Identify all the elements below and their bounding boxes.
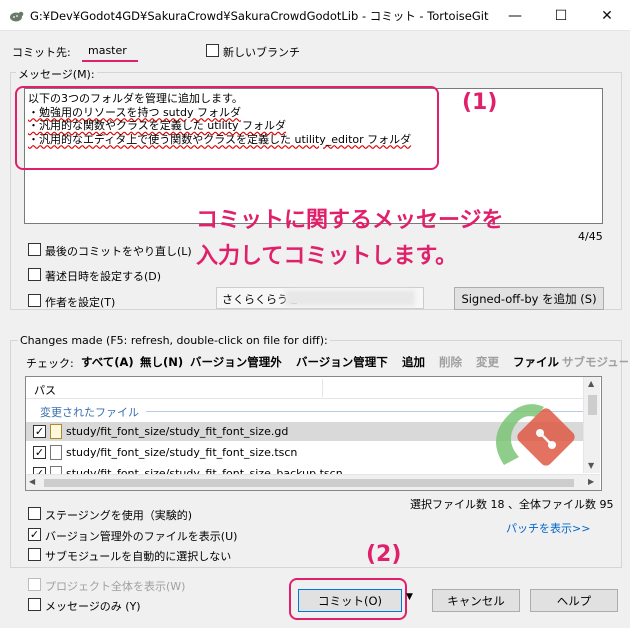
commit-to-label: コミット先: [12, 46, 71, 59]
column-path-label: パス [34, 384, 56, 397]
file-icon [50, 445, 62, 460]
check-files[interactable]: ファイル [513, 354, 559, 370]
auto-submodule-label: サブモジュールを自動的に選択しない [45, 550, 232, 563]
check-none[interactable]: 無し(N) [140, 354, 183, 370]
file-count-summary: 選択ファイル数 18 、全体ファイル数 95 [410, 498, 614, 511]
filelist-horizontal-scrollbar[interactable]: ◀ ▶ [26, 474, 600, 490]
scroll-left-icon[interactable]: ◀ [29, 477, 35, 486]
whole-project-label: プロジェクト全体を表示(W) [45, 580, 186, 593]
annotation-number-2: (2) [366, 542, 402, 567]
set-date-checkbox[interactable] [28, 268, 41, 281]
file-checkbox[interactable]: ✓ [33, 425, 46, 438]
close-button[interactable]: ✕ [584, 0, 630, 31]
message-only-checkbox[interactable] [28, 598, 41, 611]
maximize-button[interactable]: ☐ [538, 0, 584, 31]
annotation-text-line1: コミットに関するメッセージを [196, 208, 504, 233]
commit-dropdown-icon[interactable]: ▼ [406, 592, 413, 602]
check-deleted[interactable]: 削除 [439, 354, 462, 370]
window-title: G:¥Dev¥Godot4GD¥SakuraCrowd¥SakuraCrowdG… [30, 9, 489, 23]
new-branch-checkbox[interactable] [206, 44, 219, 57]
file-checkbox[interactable]: ✓ [33, 446, 46, 459]
cancel-button[interactable]: キャンセル [432, 589, 520, 612]
check-all[interactable]: すべて(A) [81, 354, 134, 370]
scroll-down-icon[interactable]: ▼ [588, 461, 594, 470]
new-branch-label: 新しいブランチ [223, 46, 300, 59]
check-submodules[interactable]: サブモジュー [562, 354, 628, 370]
auto-submodule-checkbox[interactable] [28, 548, 41, 561]
changes-header: Changes made (F5: refresh, double-click … [18, 334, 330, 347]
check-modified[interactable]: 変更 [476, 354, 499, 370]
annotation-text-line2: 入力してコミットします。 [196, 244, 458, 269]
tortoisegit-watermark-icon [474, 395, 584, 475]
author-email-blurred [285, 290, 415, 306]
message-label: メッセージ(M): [16, 66, 97, 82]
check-versioned[interactable]: バージョン管理下 [296, 354, 388, 370]
annotation-number-1: (1) [462, 90, 498, 115]
file-path: study/fit_font_size/study_fit_font_size.… [66, 446, 298, 459]
amend-checkbox[interactable] [28, 243, 41, 256]
file-path: study/fit_font_size/study_fit_font_size.… [66, 425, 289, 438]
message-annotation-box [15, 86, 439, 170]
show-unversioned-checkbox[interactable]: ✓ [28, 528, 41, 541]
gd-file-icon [50, 424, 62, 439]
set-author-checkbox[interactable] [28, 294, 41, 307]
message-only-label: メッセージのみ (Y) [45, 600, 141, 613]
group-modified-files: 変更されたファイル [40, 406, 139, 419]
filelist-vertical-scrollbar[interactable]: ▲ ▼ [583, 377, 600, 473]
whole-project-checkbox[interactable] [28, 578, 41, 591]
staging-checkbox[interactable] [28, 507, 41, 520]
set-date-label: 著述日時を設定する(D) [45, 270, 162, 283]
branch-name[interactable]: master [88, 44, 127, 57]
minimize-button[interactable]: — [492, 0, 538, 31]
commit-button[interactable]: コミット(O) [298, 589, 402, 612]
tortoisegit-app-icon [8, 8, 24, 24]
char-count: 4/45 [578, 230, 603, 243]
help-button[interactable]: ヘルプ [530, 589, 618, 612]
branch-underline-annotation [82, 60, 138, 62]
signoff-button[interactable]: Signed-off-by を追加 (S) [454, 287, 604, 310]
author-field[interactable]: さくらくらうど [216, 287, 424, 309]
check-added[interactable]: 追加 [402, 354, 425, 370]
show-patch-link[interactable]: パッチを表示>> [506, 520, 590, 536]
scroll-up-icon[interactable]: ▲ [588, 379, 594, 388]
set-author-label: 作者を設定(T) [45, 296, 116, 309]
show-unversioned-label: バージョン管理外のファイルを表示(U) [45, 530, 238, 543]
check-unversioned[interactable]: バージョン管理外 [190, 354, 282, 370]
check-label: チェック: [26, 357, 74, 370]
staging-label: ステージングを使用（実験的) [45, 509, 193, 522]
column-divider[interactable] [322, 379, 323, 397]
amend-label: 最後のコミットをやり直し(L) [45, 245, 192, 258]
scroll-right-icon[interactable]: ▶ [588, 477, 594, 486]
hscroll-thumb[interactable] [44, 479, 574, 487]
scroll-thumb[interactable] [588, 395, 597, 415]
title-bar: G:¥Dev¥Godot4GD¥SakuraCrowd¥SakuraCrowdG… [0, 0, 630, 31]
